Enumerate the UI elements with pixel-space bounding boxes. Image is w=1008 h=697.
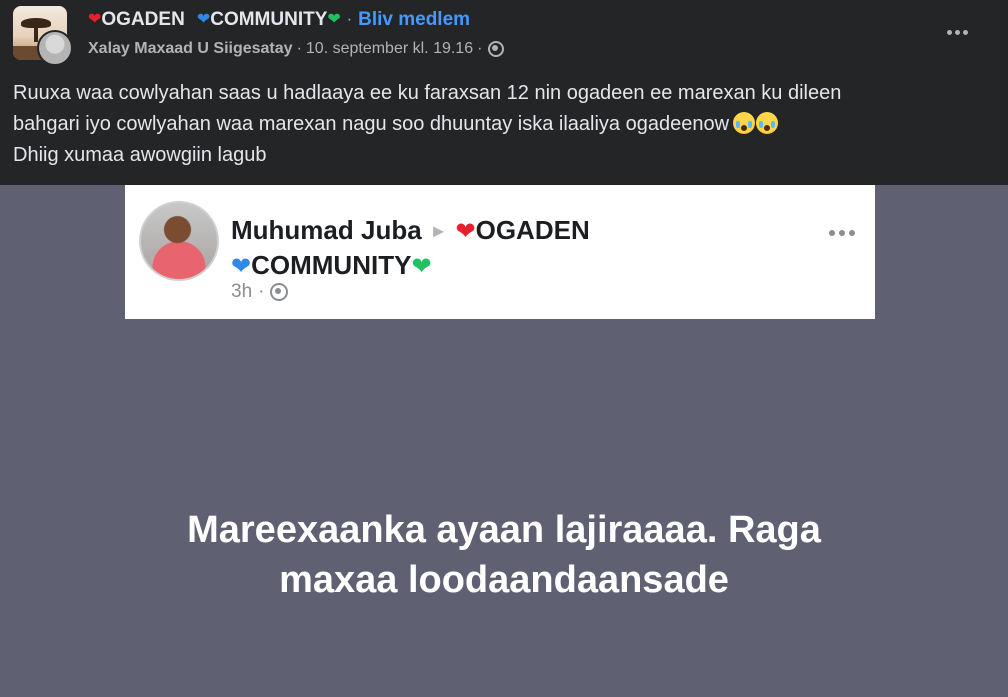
- green-heart-icon: ❤: [327, 11, 341, 28]
- ellipsis-icon-dot: [954, 29, 960, 35]
- red-heart-icon: ❤: [455, 218, 476, 245]
- group-name-part2[interactable]: COMMUNITY: [210, 9, 327, 31]
- post-timestamp-link[interactable]: 10. september kl. 19.16: [306, 40, 473, 58]
- ellipsis-icon-dot: [849, 230, 855, 236]
- post-image[interactable]: Muhumad Juba ► ❤OGADEN ❤COMMUNITY❤ 3h · Mar…: [0, 185, 1008, 697]
- embedded-post-title: Muhumad Juba ► ❤OGADEN ❤COMMUNITY❤: [231, 213, 751, 282]
- user-avatar[interactable]: [37, 30, 73, 66]
- group-name-part1[interactable]: OGADEN: [101, 9, 184, 31]
- post-header: ❤ OGADEN ❤ COMMUNITY ❤ · Bliv medlem Xal…: [0, 0, 1008, 72]
- embedded-author-name: Muhumad Juba: [231, 215, 422, 245]
- embedded-group-part1: OGADEN: [475, 215, 590, 245]
- triangle-right-icon: ►: [429, 221, 448, 241]
- embedded-ellipsis-icon: [825, 225, 859, 241]
- post-message-line: Ruuxa waa cowlyahan saas u hadlaaya ee k…: [13, 82, 842, 104]
- post-message-line: Dhiig xumaa awowgiin lagub: [13, 144, 267, 166]
- embedded-post-screenshot: Muhumad Juba ► ❤OGADEN ❤COMMUNITY❤ 3h ·: [125, 185, 875, 319]
- crying-face-icon: [756, 112, 779, 134]
- tree-trunk-graphic: [34, 26, 38, 42]
- globe-icon[interactable]: [488, 41, 505, 57]
- post-more-options-button[interactable]: [942, 20, 972, 44]
- image-caption-line: Mareexaanka ayaan lajiraaaa. Raga: [187, 509, 821, 551]
- avatar-group[interactable]: [13, 6, 73, 66]
- embedded-post-time: 3h: [231, 281, 253, 302]
- post-meta-line: Xalay Maxaad U Siigesatay · 10. septembe…: [88, 38, 505, 60]
- blue-heart-icon: ❤: [231, 253, 252, 280]
- embedded-post-time-line: 3h ·: [231, 281, 289, 303]
- image-caption-line: maxaa loodaandaansade: [279, 559, 729, 601]
- ellipsis-icon-dot: [962, 29, 968, 35]
- green-heart-icon: ❤: [411, 253, 432, 280]
- title-separator: ·: [346, 11, 353, 28]
- post-message: Ruuxa waa cowlyahan saas u hadlaaya ee k…: [13, 78, 973, 171]
- meta-separator: ·: [477, 40, 483, 57]
- embedded-time-separator: ·: [258, 281, 265, 302]
- image-caption-text: Mareexaanka ayaan lajiraaaa. Raga maxaa …: [0, 505, 1008, 605]
- red-heart-icon: ❤: [88, 11, 102, 28]
- ellipsis-icon-dot: [946, 29, 952, 35]
- meta-separator: ·: [296, 40, 302, 57]
- crying-face-icon: [733, 112, 756, 134]
- ellipsis-icon-dot: [829, 230, 835, 236]
- blue-heart-icon: ❤: [196, 11, 211, 28]
- embedded-group-part2: COMMUNITY: [251, 250, 412, 280]
- ellipsis-icon-dot: [839, 230, 845, 236]
- embedded-author-avatar: [139, 201, 219, 281]
- post-title-line: ❤ OGADEN ❤ COMMUNITY ❤ · Bliv medlem: [88, 8, 470, 32]
- post-author-link[interactable]: Xalay Maxaad U Siigesatay: [88, 40, 293, 58]
- post-message-text: bahgari iyo cowlyahan waa marexan nagu s…: [13, 113, 730, 135]
- globe-icon: [270, 283, 289, 301]
- post-message-line: bahgari iyo cowlyahan waa marexan nagu s…: [13, 109, 973, 140]
- join-group-link[interactable]: Bliv medlem: [358, 9, 470, 31]
